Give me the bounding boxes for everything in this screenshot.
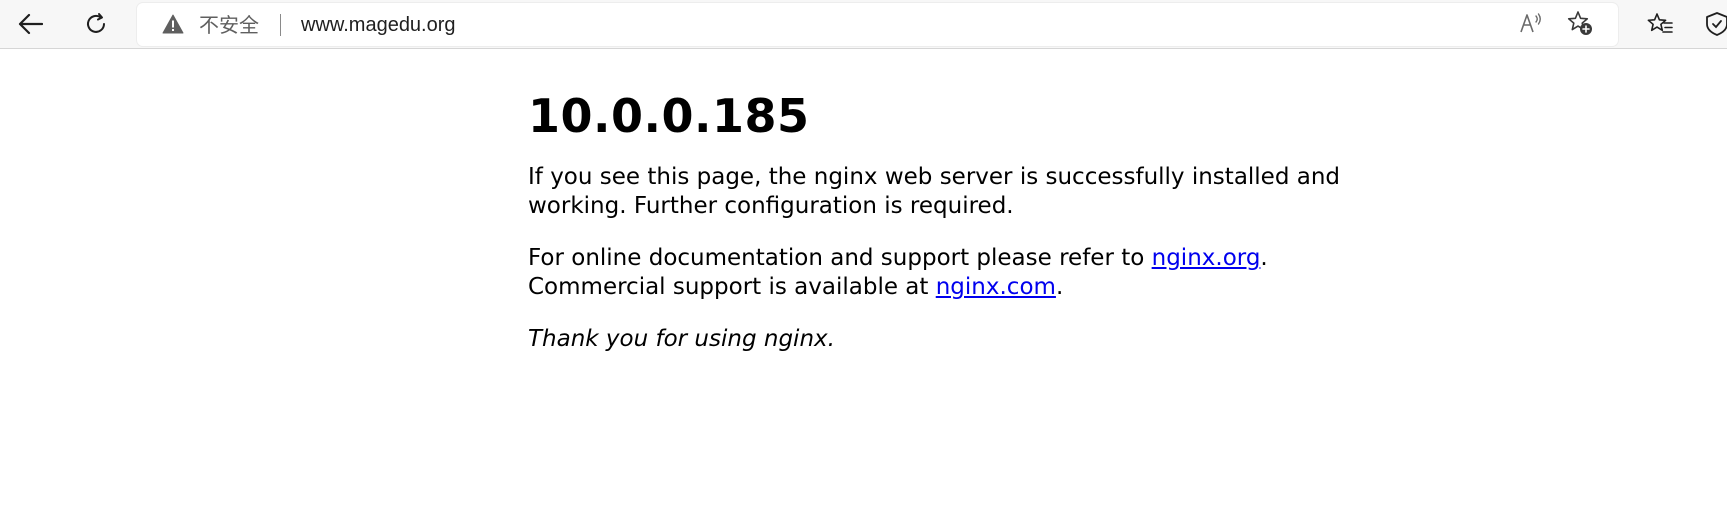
url-text[interactable]: www.magedu.org xyxy=(301,13,456,37)
address-bar[interactable]: 不安全 www.magedu.org xyxy=(137,3,1618,46)
support-paragraph: For online documentation and support ple… xyxy=(528,244,1348,302)
support-text: For online documentation and support ple… xyxy=(528,245,1152,271)
add-favorite-icon xyxy=(1567,10,1593,40)
back-button[interactable] xyxy=(10,4,50,44)
thanks-message: Thank you for using nginx. xyxy=(528,326,835,352)
support-text-period: . xyxy=(1260,245,1268,271)
browser-essentials-button[interactable] xyxy=(1704,4,1727,44)
read-aloud-icon xyxy=(1519,12,1543,38)
refresh-button[interactable] xyxy=(76,4,116,44)
warning-triangle-icon[interactable] xyxy=(162,14,184,34)
shield-icon xyxy=(1704,11,1727,37)
commercial-support-text: Commercial support is available at xyxy=(528,274,936,300)
browser-toolbar: 不安全 www.magedu.org xyxy=(0,0,1727,49)
page-title: 10.0.0.185 xyxy=(528,89,810,143)
add-favorite-button[interactable] xyxy=(1560,5,1600,45)
page-content: 10.0.0.185 If you see this page, the ngi… xyxy=(528,86,1348,354)
commercial-support-period: . xyxy=(1055,274,1064,300)
nginx-org-link[interactable]: nginx.org xyxy=(1152,245,1261,271)
refresh-icon xyxy=(84,12,108,36)
favorites-list-icon xyxy=(1647,12,1673,36)
favorites-button[interactable] xyxy=(1640,4,1680,44)
intro-paragraph: If you see this page, the nginx web serv… xyxy=(528,164,1341,219)
back-arrow-icon xyxy=(17,13,43,35)
read-aloud-button[interactable] xyxy=(1511,5,1551,45)
nginx-com-link[interactable]: nginx.com xyxy=(936,274,1056,300)
address-separator xyxy=(280,14,281,36)
security-status-label[interactable]: 不安全 xyxy=(199,13,259,37)
